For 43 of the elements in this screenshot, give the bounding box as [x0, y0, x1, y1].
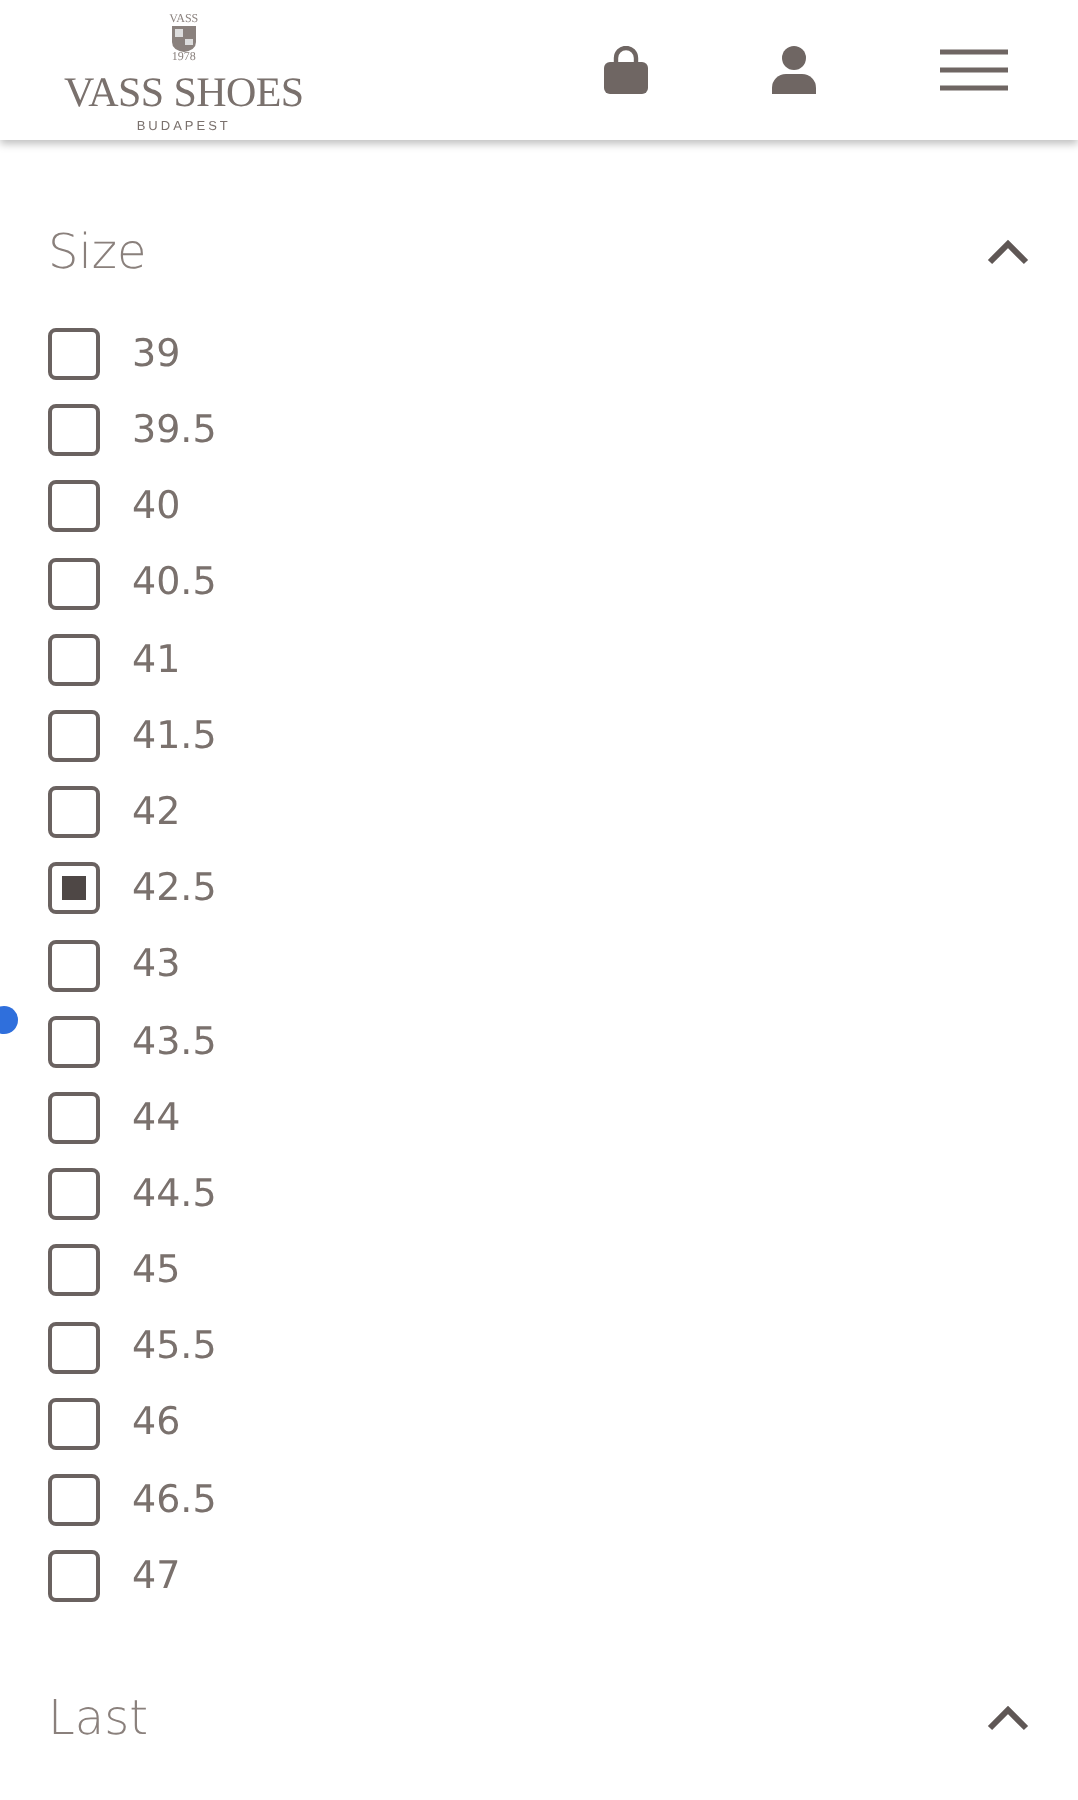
user-icon[interactable] [772, 46, 816, 94]
size-option-label: 45 [132, 1246, 181, 1297]
shopping-bag-icon[interactable] [604, 46, 648, 94]
size-option-label: 44.5 [132, 1169, 217, 1220]
chevron-icon[interactable] [986, 1704, 1030, 1733]
size-option-label: 41.5 [132, 711, 217, 762]
section-title: Size [48, 222, 147, 284]
size-option-label: 45.5 [132, 1322, 217, 1373]
shield-icon [171, 25, 196, 52]
checkbox[interactable] [48, 710, 100, 763]
size-option-label: 39.5 [132, 406, 217, 457]
size-option-label: 40.5 [132, 558, 217, 609]
checkbox[interactable] [48, 633, 100, 686]
size-option-label: 42 [132, 787, 181, 838]
checkbox[interactable] [48, 1550, 100, 1603]
chevron-icon[interactable] [986, 238, 1030, 266]
checkbox[interactable] [48, 1091, 100, 1144]
size-option-label: 43.5 [132, 1017, 217, 1068]
size-option-label: 42.5 [132, 864, 217, 915]
size-option-label: 46.5 [132, 1475, 217, 1526]
checkbox[interactable] [48, 786, 100, 839]
checkbox[interactable] [48, 1168, 100, 1221]
size-option-label: 41 [132, 635, 181, 686]
logo-name: VASS SHOES [64, 71, 304, 114]
checkbox[interactable] [48, 862, 100, 915]
checkbox[interactable] [48, 1397, 100, 1450]
checkbox[interactable] [48, 328, 100, 381]
checkbox[interactable] [48, 404, 100, 457]
checkbox[interactable] [48, 480, 100, 533]
checkbox[interactable] [48, 557, 100, 610]
checkbox[interactable] [48, 1321, 100, 1374]
checkbox[interactable] [48, 1015, 100, 1068]
size-option-label: 40 [132, 482, 181, 533]
size-option-label: 39 [132, 329, 181, 380]
checkbox[interactable] [48, 1244, 100, 1297]
menu-icon[interactable] [940, 48, 1008, 92]
checkbox[interactable] [48, 1473, 100, 1526]
size-option-label: 43 [132, 940, 181, 991]
size-option-label: 44 [132, 1093, 181, 1144]
size-option-label: 47 [132, 1551, 181, 1602]
size-option-label: 46 [132, 1398, 181, 1449]
checkbox[interactable] [48, 939, 100, 992]
section-title: Last [48, 1688, 148, 1751]
